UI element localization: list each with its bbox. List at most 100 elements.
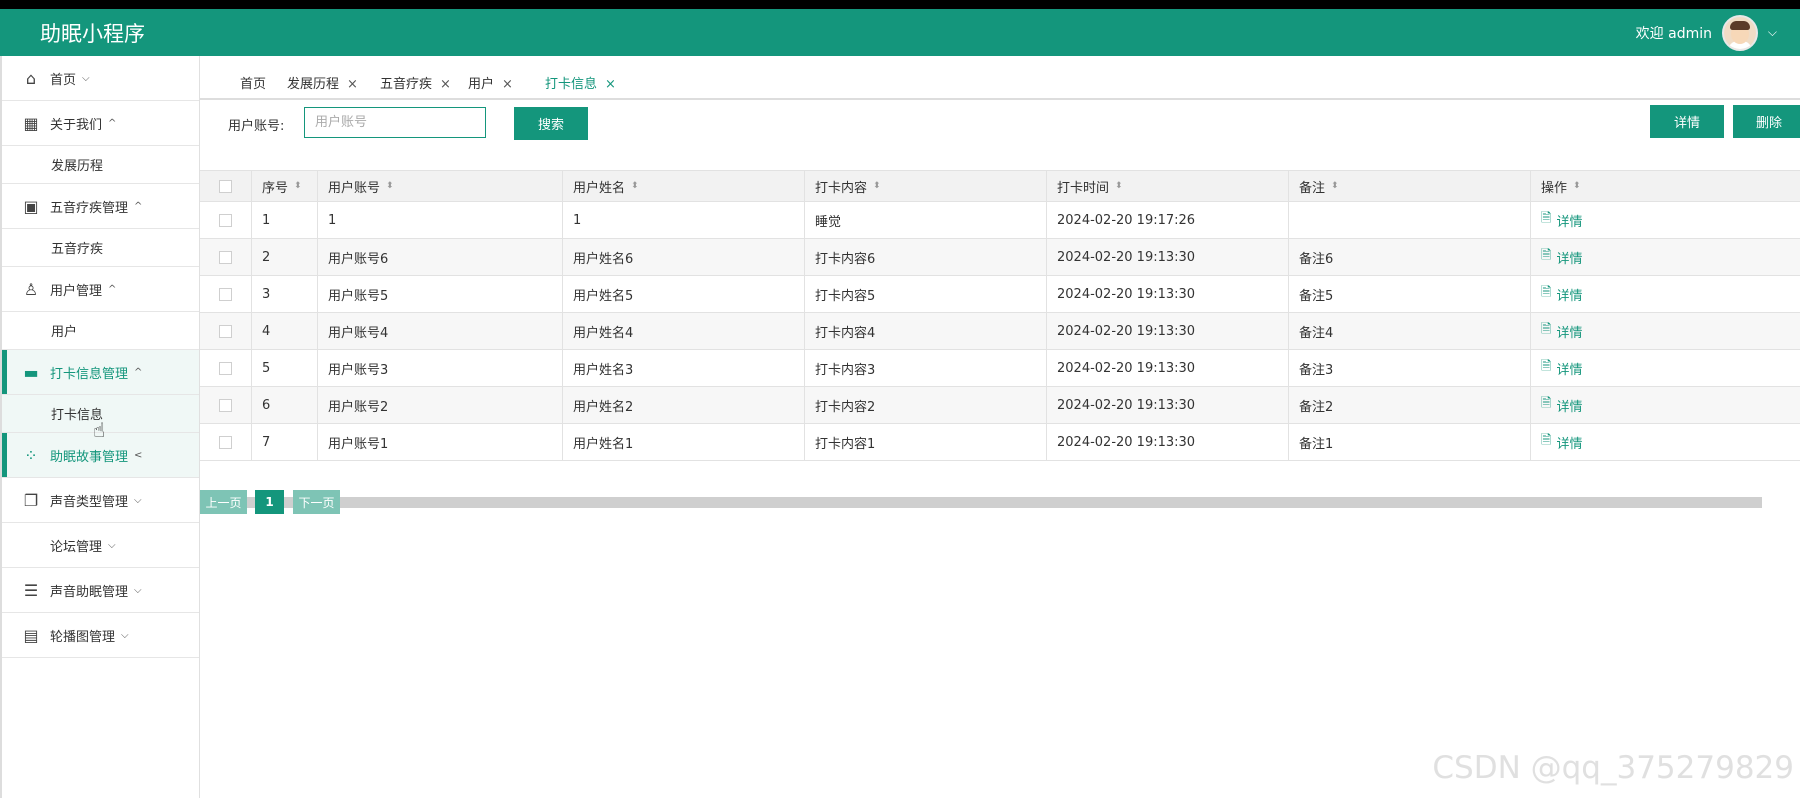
sidebar-item-label: 论坛管理 <box>50 539 103 555</box>
table-cell: 用户姓名5 <box>563 276 805 312</box>
horizontal-scrollbar[interactable] <box>200 497 1762 508</box>
sort-icon[interactable]: ⬍ <box>294 181 302 191</box>
column-header[interactable]: 序号 ⬍ <box>252 171 318 201</box>
tab-1[interactable]: 发展历程 × <box>287 73 358 92</box>
close-icon[interactable]: × <box>502 77 513 92</box>
sidebar-subitem-6[interactable]: 用户 <box>2 312 199 350</box>
row-checkbox[interactable] <box>219 324 232 338</box>
table-row[interactable]: 7 用户账号1 用户姓名1 打卡内容1 2024-02-20 19:13:30 备注1 🗎 详… <box>200 424 1800 461</box>
select-all-checkbox[interactable] <box>219 179 232 193</box>
table-row[interactable]: 2 用户账号6 用户姓名6 打卡内容6 2024-02-20 19:13:30 备注6 🗎 详… <box>200 239 1800 276</box>
row-checkbox[interactable] <box>219 435 232 449</box>
action-cell: 🗎 详情 <box>1531 387 1800 423</box>
tab-4[interactable]: 打卡信息 × <box>545 73 616 92</box>
chevron-icon: ⌵ <box>108 539 116 551</box>
current-page-button[interactable]: 1 <box>255 490 284 514</box>
sidebar-subitem-label: 发展历程 <box>51 159 104 174</box>
column-header[interactable]: 打卡内容 ⬍ <box>805 171 1047 201</box>
sidebar-subitem-4[interactable]: 五音疗疾 <box>2 229 199 267</box>
table-cell: 备注4 <box>1289 313 1531 349</box>
row-detail-link[interactable]: 🗎 详情 <box>1541 283 1582 305</box>
sort-icon[interactable]: ⬍ <box>1331 181 1339 191</box>
tab-label: 用户 <box>468 77 495 92</box>
row-detail-link[interactable]: 🗎 详情 <box>1541 209 1582 231</box>
apps-icon: ⁘ <box>24 445 38 465</box>
sidebar-item-0[interactable]: ⌂ 首页 ⌵ <box>2 56 199 101</box>
search-label: 用户账号: <box>228 119 285 134</box>
row-checkbox[interactable] <box>219 287 232 301</box>
row-checkbox[interactable] <box>219 250 232 264</box>
column-header[interactable]: 用户姓名 ⬍ <box>563 171 805 201</box>
row-checkbox[interactable] <box>219 398 232 412</box>
sidebar-item-label: 声音助眠管理 <box>50 584 129 600</box>
sort-icon[interactable]: ⬍ <box>386 181 394 191</box>
edit-document-icon: 🗎 <box>1541 248 1552 263</box>
sidebar-item-label: 助眠故事管理 <box>50 449 129 465</box>
row-detail-link[interactable]: 🗎 详情 <box>1541 357 1582 379</box>
table-row[interactable]: 6 用户账号2 用户姓名2 打卡内容2 2024-02-20 19:13:30 备注2 🗎 详… <box>200 387 1800 424</box>
sort-icon[interactable]: ⬍ <box>1115 181 1123 191</box>
sidebar-item-11[interactable]: 论坛管理 ⌵ <box>2 523 199 568</box>
table-cell: 打卡内容1 <box>805 424 1047 460</box>
row-detail-link[interactable]: 🗎 详情 <box>1541 246 1582 268</box>
column-header[interactable]: 备注 ⬍ <box>1289 171 1531 201</box>
sidebar-item-12[interactable]: ☰ 声音助眠管理 ⌵ <box>2 568 199 613</box>
chevron-down-icon[interactable]: ⌵ <box>1768 25 1777 40</box>
close-icon[interactable]: × <box>347 77 358 92</box>
table-row[interactable]: 5 用户账号3 用户姓名3 打卡内容3 2024-02-20 19:13:30 备注3 🗎 详… <box>200 350 1800 387</box>
table-cell: 用户姓名3 <box>563 350 805 386</box>
sidebar-subitem-2[interactable]: 发展历程 <box>2 146 199 184</box>
table-cell: 打卡内容4 <box>805 313 1047 349</box>
next-page-button[interactable]: 下一页 <box>293 490 340 514</box>
table-row[interactable]: 3 用户账号5 用户姓名5 打卡内容5 2024-02-20 19:13:30 备注5 🗎 详… <box>200 276 1800 313</box>
tab-bar: 首页 发展历程 × 五音疗疾 × 用户 × 打卡信息 × <box>200 56 1800 100</box>
column-header-label: 操作 <box>1541 180 1568 196</box>
column-header[interactable]: 打卡时间 ⬍ <box>1047 171 1289 201</box>
delete-button[interactable]: 删除 <box>1733 105 1800 138</box>
server-icon: ☰ <box>23 580 39 600</box>
search-button[interactable]: 搜索 <box>514 107 588 140</box>
close-icon[interactable]: × <box>440 77 451 92</box>
sidebar-item-13[interactable]: ▤ 轮播图管理 ⌵ <box>2 613 199 658</box>
table-cell: 3 <box>252 276 318 312</box>
app-frame: 助眠小程序 欢迎 admin ⌵ ⌂ 首页 ⌵ ▦ 关于我们 ^ 发展历程 ▣ 五音疗疾管理 ^ 五… <box>0 9 1800 798</box>
row-select-cell <box>200 313 252 349</box>
detail-button[interactable]: 详情 <box>1650 105 1724 138</box>
tab-0[interactable]: 首页 <box>240 73 266 92</box>
row-detail-link[interactable]: 🗎 详情 <box>1541 394 1582 416</box>
main-content: 首页发展历程×五音疗疾×用户×打卡信息× 用户账号: 搜索 详情 删除 序号⬍用… <box>200 56 1800 798</box>
column-header[interactable]: 用户账号 ⬍ <box>318 171 563 201</box>
avatar[interactable] <box>1722 15 1758 51</box>
tab-label: 打卡信息 <box>545 77 598 92</box>
row-detail-link[interactable]: 🗎 详情 <box>1541 320 1582 342</box>
sidebar-item-7[interactable]: ▬ 打卡信息管理 ^ <box>2 350 199 395</box>
table-cell <box>1289 202 1531 238</box>
action-cell: 🗎 详情 <box>1531 239 1800 275</box>
sidebar-item-label: 用户管理 <box>50 283 103 299</box>
chevron-icon: ^ <box>134 366 143 378</box>
close-icon[interactable]: × <box>605 77 616 92</box>
table-header-row: 序号 ⬍ 用户账号 ⬍ 用户姓名 ⬍ 打卡内容 ⬍ 打卡时间 ⬍ 备注 ⬍ 操作 ⬍ <box>200 171 1800 202</box>
table-cell: 睡觉 <box>805 202 1047 238</box>
sort-icon[interactable]: ⬍ <box>1573 181 1581 191</box>
user-icon: ♙ <box>23 279 39 299</box>
sidebar-item-10[interactable]: ❐ 声音类型管理 ⌵ <box>2 478 199 523</box>
column-header[interactable]: 操作 ⬍ <box>1531 171 1800 201</box>
sidebar-item-1[interactable]: ▦ 关于我们 ^ <box>2 101 199 146</box>
row-checkbox[interactable] <box>219 361 232 375</box>
sort-icon[interactable]: ⬍ <box>873 181 881 191</box>
table-cell: 2024-02-20 19:13:30 <box>1047 276 1289 312</box>
row-checkbox[interactable] <box>219 213 232 227</box>
row-select-cell <box>200 276 252 312</box>
tab-3[interactable]: 用户 × <box>468 73 513 92</box>
row-detail-label: 详情 <box>1556 399 1583 415</box>
sort-icon[interactable]: ⬍ <box>631 181 639 191</box>
search-input[interactable] <box>304 107 486 138</box>
table-row[interactable]: 1 1 1 睡觉 2024-02-20 19:17:26 🗎 详情 <box>200 202 1800 239</box>
tab-2[interactable]: 五音疗疾 × <box>380 73 451 92</box>
table-row[interactable]: 4 用户账号4 用户姓名4 打卡内容4 2024-02-20 19:13:30 备注4 🗎 详… <box>200 313 1800 350</box>
prev-page-button[interactable]: 上一页 <box>200 490 247 514</box>
row-detail-link[interactable]: 🗎 详情 <box>1541 431 1582 453</box>
sidebar-item-3[interactable]: ▣ 五音疗疾管理 ^ <box>2 184 199 229</box>
sidebar-item-5[interactable]: ♙ 用户管理 ^ <box>2 267 199 312</box>
